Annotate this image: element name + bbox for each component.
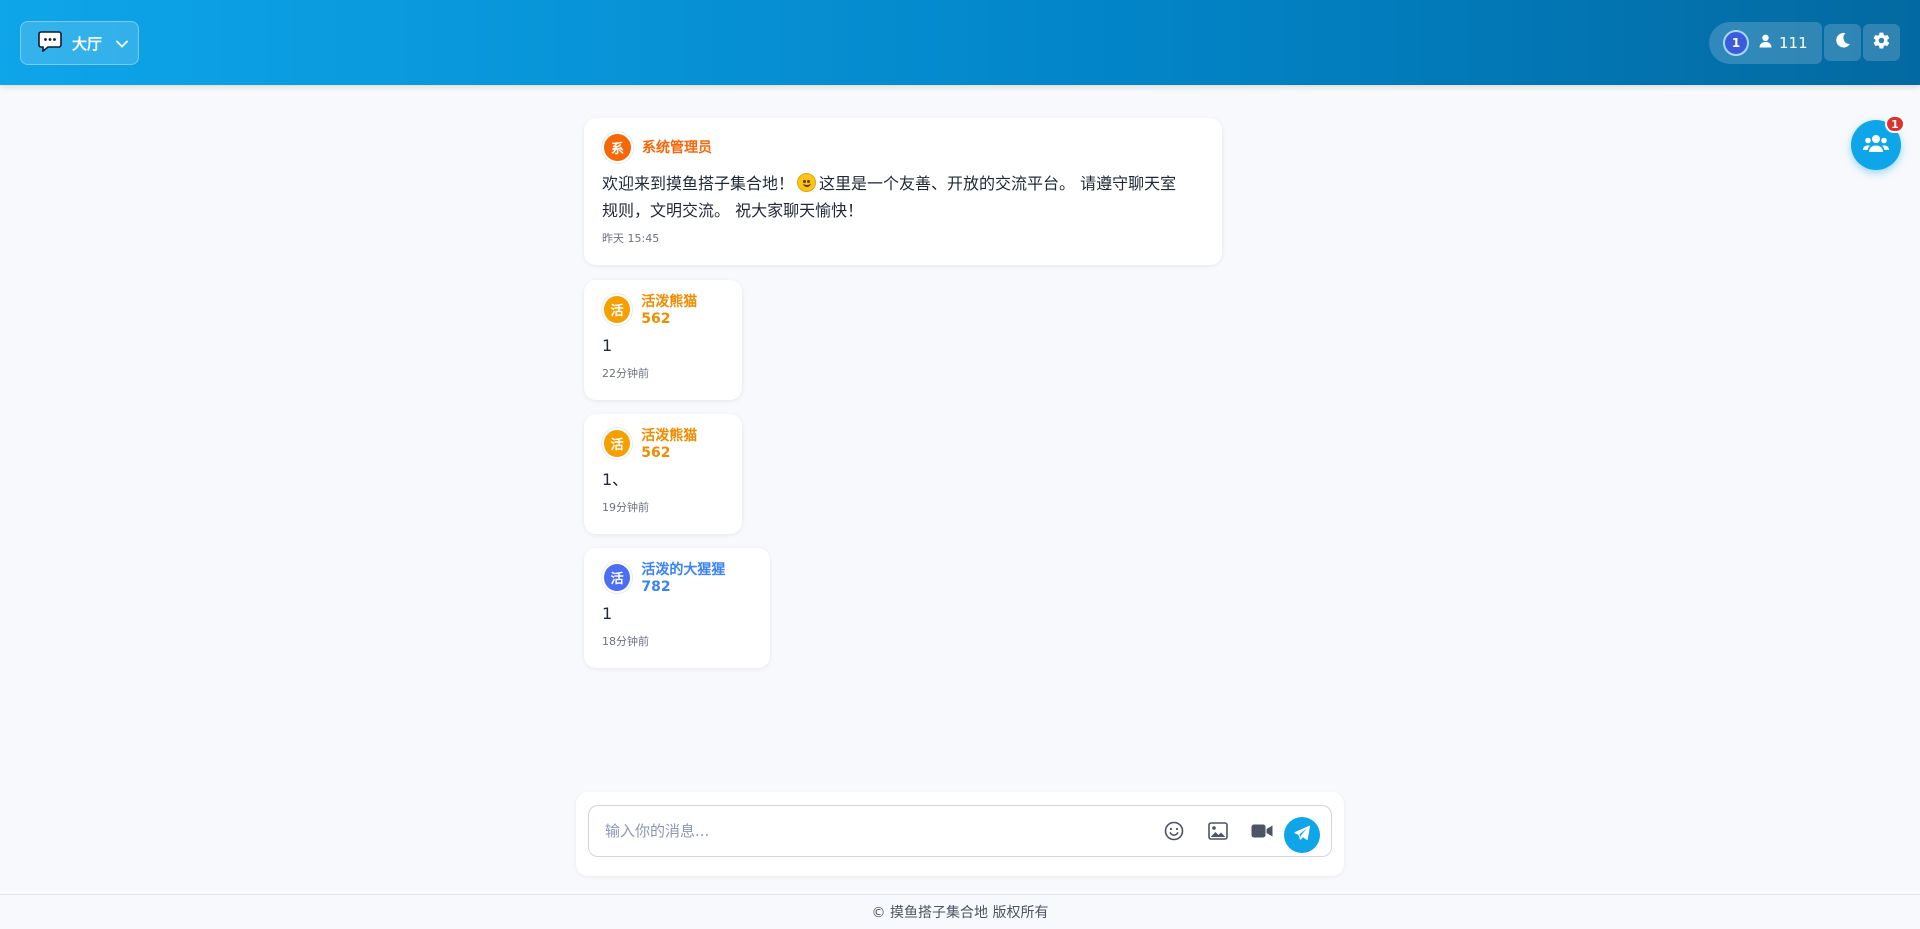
avatar: 系 [602, 131, 633, 163]
message-time: 昨天 15:45 [602, 232, 660, 245]
message-input-wrapper [588, 805, 1332, 857]
gear-icon [1872, 31, 1891, 54]
dark-mode-toggle[interactable] [1824, 24, 1861, 61]
avatar: 活 [602, 561, 633, 593]
username[interactable]: 活泼熊猫562 [641, 291, 724, 327]
message-card: 活 活泼熊猫562 1、 19分钟前 [584, 414, 742, 534]
message-card: 系 系统管理员 欢迎来到摸鱼搭子集合地！ 这里是一个友善、开放的交流平台。 请遵守… [584, 118, 1222, 265]
message-text: 1、 [602, 470, 629, 489]
message-card: 活 活泼熊猫562 1 22分钟前 [584, 280, 742, 400]
chat-bubble-icon [38, 30, 62, 56]
avatar: 活 [602, 427, 633, 459]
avatar: 活 [602, 293, 633, 325]
username[interactable]: 活泼的大猩猩782 [641, 559, 752, 595]
message-text: 1 [602, 336, 613, 355]
unread-badge: 1 [1885, 115, 1905, 133]
online-users-indicator[interactable]: 1 111 [1709, 22, 1822, 64]
settings-button[interactable] [1863, 24, 1900, 61]
room-selector-button[interactable]: 大厅 [20, 21, 139, 65]
online-avatar-badge: 1 [1723, 30, 1749, 56]
message-time: 19分钟前 [602, 501, 649, 514]
users-group-icon [1863, 133, 1889, 157]
page-footer: © 摸鱼搭子集合地 版权所有 [0, 894, 1920, 929]
copyright-text: © 摸鱼搭子集合地 版权所有 [871, 905, 1049, 921]
message-text: 1 [602, 604, 613, 623]
chevron-down-icon [116, 34, 128, 52]
send-button[interactable] [1284, 817, 1320, 853]
smile-emoji-icon [797, 173, 817, 192]
room-label: 大厅 [72, 34, 103, 53]
message-input[interactable] [605, 806, 1145, 856]
moon-icon [1834, 32, 1851, 53]
user-count: 111 [1779, 34, 1808, 52]
message-time: 18分钟前 [602, 635, 649, 648]
video-camera-icon [1251, 823, 1273, 843]
emoji-button[interactable] [1160, 819, 1188, 847]
username[interactable]: 系统管理员 [642, 137, 712, 157]
app-header: 大厅 1 111 [0, 0, 1920, 85]
message-time: 22分钟前 [602, 367, 649, 380]
message-composer [576, 792, 1344, 876]
image-upload-button[interactable] [1204, 819, 1232, 847]
message-card: 活 活泼的大猩猩782 1 18分钟前 [584, 548, 770, 668]
user-icon [1759, 34, 1772, 52]
image-icon [1208, 822, 1228, 844]
video-upload-button[interactable] [1248, 819, 1276, 847]
paper-plane-icon [1294, 825, 1311, 845]
message-text: 欢迎来到摸鱼搭子集合地！ 这里是一个友善、开放的交流平台。 请遵守聊天室 规则，文… [602, 173, 1177, 220]
username[interactable]: 活泼熊猫562 [641, 425, 724, 461]
smile-icon [1164, 821, 1184, 845]
